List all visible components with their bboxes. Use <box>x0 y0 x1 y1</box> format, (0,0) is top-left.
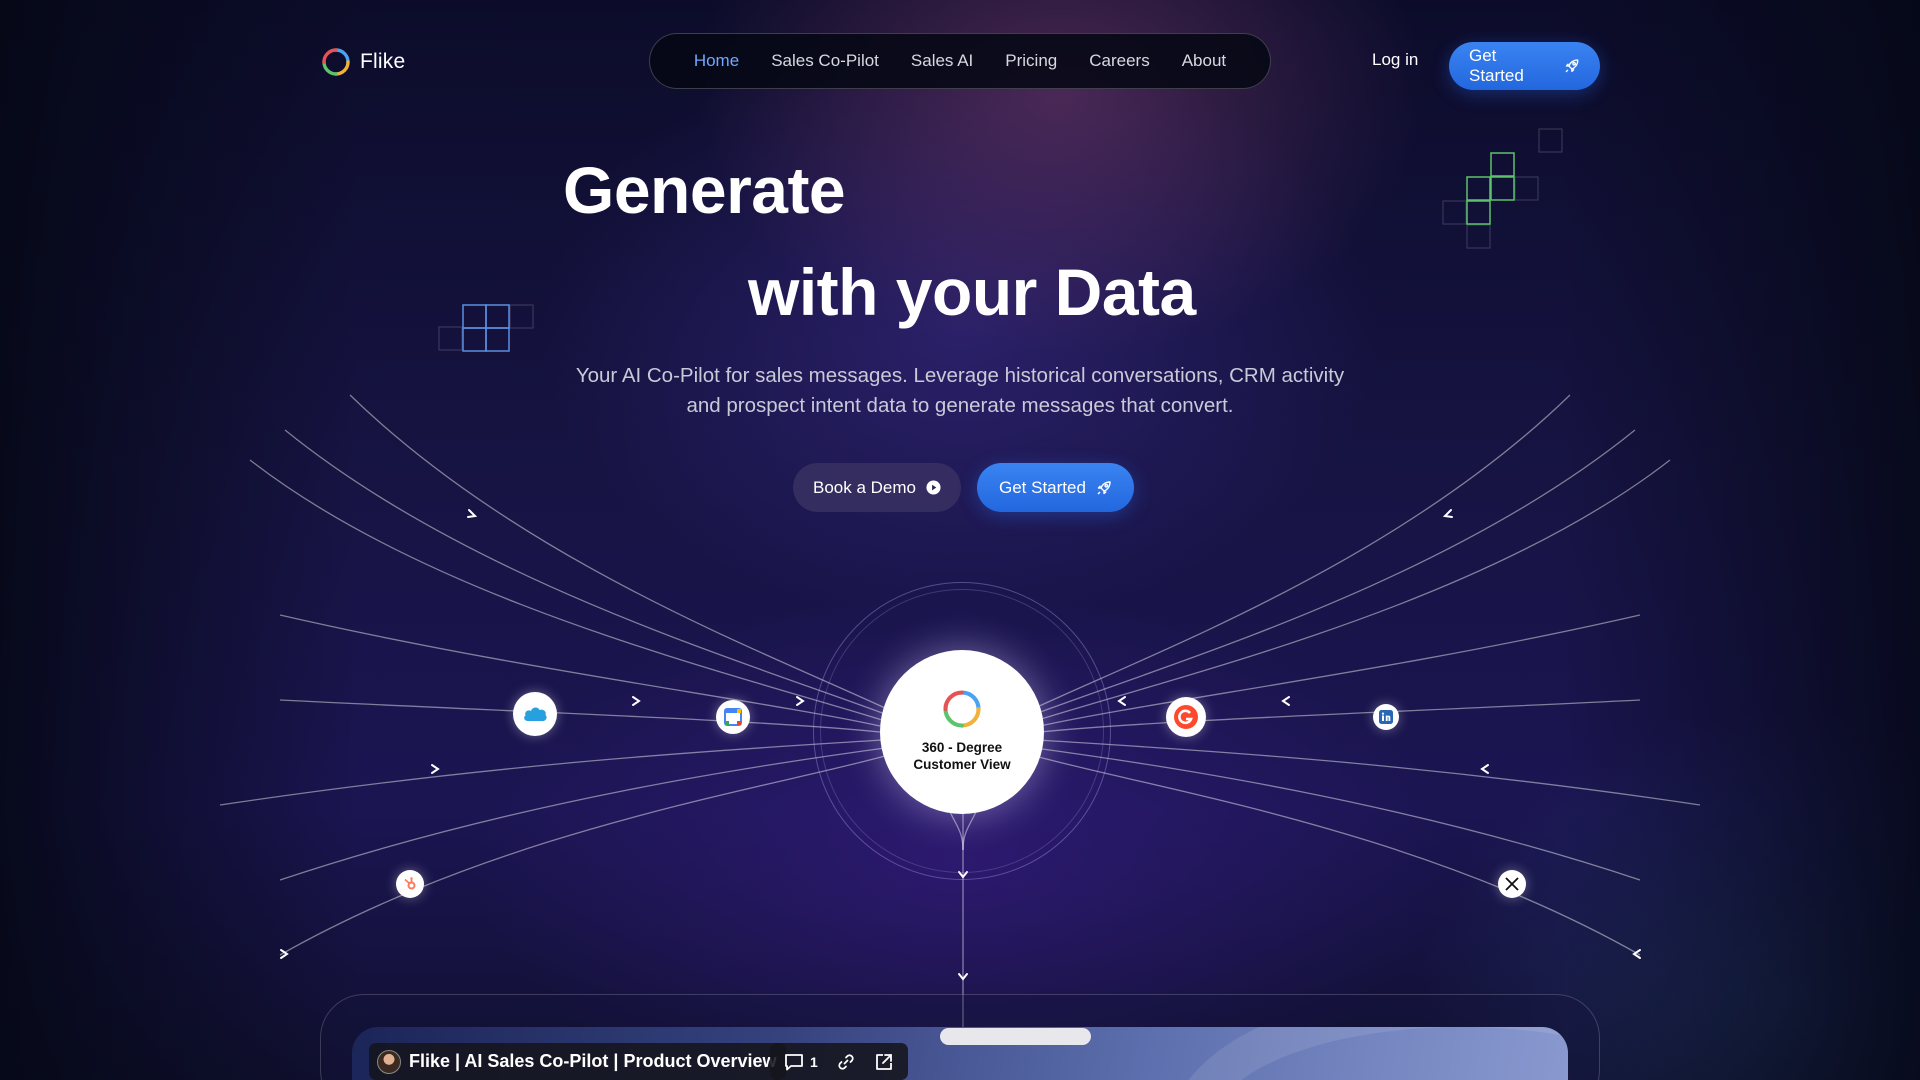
comments-button[interactable]: 1 <box>784 1053 818 1071</box>
avatar <box>377 1049 401 1074</box>
hero-get-started-label: Get Started <box>999 477 1086 497</box>
login-link[interactable]: Log in <box>1372 50 1418 70</box>
hero-cta-row: Book a Demo Get Started <box>793 463 1134 512</box>
nav-item-pricing[interactable]: Pricing <box>1005 51 1057 71</box>
x-node <box>1498 870 1526 898</box>
customer-view-hub: 360 - Degree Customer View <box>880 650 1044 814</box>
video-actions: 1 <box>770 1043 908 1080</box>
book-demo-button[interactable]: Book a Demo <box>793 463 961 512</box>
external-link-icon <box>875 1053 892 1070</box>
flike-logo-icon <box>943 690 981 728</box>
header-get-started-label: Get Started <box>1469 46 1524 85</box>
hero-title-line2: with your Data <box>748 255 1196 329</box>
play-icon <box>926 480 941 495</box>
video-title-bar[interactable]: Flike | AI Sales Co-Pilot | Product Over… <box>369 1043 786 1080</box>
g2-icon <box>1174 705 1198 729</box>
nav-item-home[interactable]: Home <box>694 51 739 71</box>
right-vignette <box>1560 0 1920 1080</box>
book-demo-label: Book a Demo <box>813 477 916 497</box>
brand-logo[interactable]: Flike <box>320 46 405 78</box>
google-calendar-node <box>716 700 750 734</box>
open-external-button[interactable] <box>874 1052 894 1072</box>
nav-item-sales-co-pilot[interactable]: Sales Co-Pilot <box>771 51 879 71</box>
copy-link-button[interactable] <box>836 1052 856 1072</box>
g2-node <box>1166 697 1206 737</box>
header-get-started-button[interactable]: Get Started <box>1449 42 1600 90</box>
google-calendar-icon <box>724 708 742 726</box>
rocket-icon <box>1565 59 1579 73</box>
hero-title-line1: Generate <box>563 153 846 227</box>
salesforce-icon <box>524 707 547 721</box>
nav-item-careers[interactable]: Careers <box>1089 51 1149 71</box>
nav-item-sales-ai[interactable]: Sales AI <box>911 51 973 71</box>
x-icon <box>1505 877 1519 891</box>
hero-subtitle: Your AI Co-Pilot for sales messages. Lev… <box>575 364 1345 417</box>
hub-label: 360 - Degree Customer View <box>913 740 1011 772</box>
rocket-icon <box>1097 480 1111 494</box>
scroll-handle[interactable] <box>940 1028 1091 1045</box>
linkedin-icon <box>1379 710 1393 724</box>
linkedin-node <box>1373 704 1399 730</box>
salesforce-node <box>513 692 557 736</box>
nav-item-about[interactable]: About <box>1182 51 1226 71</box>
hero-get-started-button[interactable]: Get Started <box>977 463 1134 512</box>
hubspot-icon <box>404 877 416 890</box>
comment-count: 1 <box>810 1053 818 1070</box>
brand-name: Flike <box>360 50 406 73</box>
hubspot-node <box>396 870 424 898</box>
main-nav: Home Sales Co-Pilot Sales AI Pricing Car… <box>649 33 1271 89</box>
left-vignette <box>0 0 360 1080</box>
comment-icon <box>785 1053 803 1070</box>
link-icon <box>838 1053 854 1070</box>
flike-logo-icon <box>322 48 350 76</box>
video-title: Flike | AI Sales Co-Pilot | Product Over… <box>409 1051 777 1071</box>
